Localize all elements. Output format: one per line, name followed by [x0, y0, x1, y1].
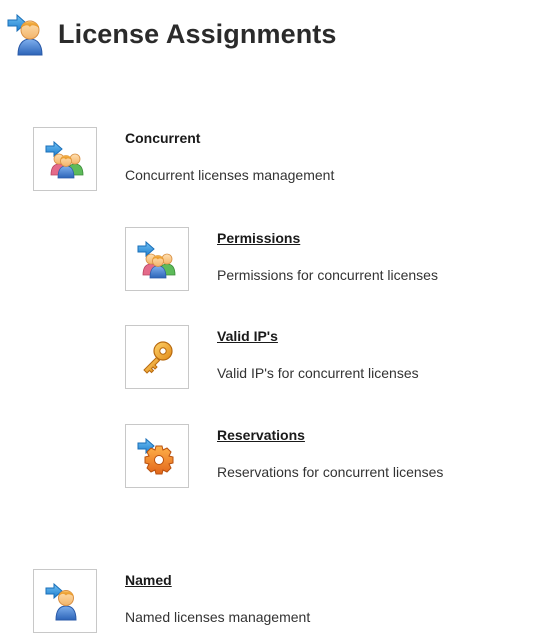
- named-entry: Named Named licenses management: [33, 569, 433, 633]
- named-icon-box[interactable]: [33, 569, 97, 633]
- named-description: Named licenses management: [125, 609, 311, 625]
- valid-ips-entry: Valid IP's Valid IP's for concurrent lic…: [125, 325, 525, 395]
- valid-ips-link[interactable]: Valid IP's: [217, 328, 278, 344]
- permissions-description: Permissions for concurrent licenses: [217, 267, 438, 283]
- concurrent-description: Concurrent licenses management: [125, 167, 335, 183]
- permissions-icon-box[interactable]: [125, 227, 189, 291]
- page-title: License Assignments: [58, 18, 337, 49]
- reservations-icon-box[interactable]: [125, 424, 189, 488]
- user-assign-icon: [45, 581, 85, 621]
- key-icon: [137, 337, 177, 377]
- group-assign-icon: [137, 239, 177, 279]
- reservations-description: Reservations for concurrent licenses: [217, 464, 444, 480]
- page-header: License Assignments: [6, 10, 337, 58]
- permissions-entry: Permissions Permissions for concurrent l…: [125, 227, 525, 297]
- reservations-link[interactable]: Reservations: [217, 427, 305, 443]
- named-link[interactable]: Named: [125, 572, 172, 588]
- valid-ips-icon-box[interactable]: [125, 325, 189, 389]
- user-assign-icon: [6, 11, 52, 57]
- reservations-entry: Reservations Reservations for concurrent…: [125, 424, 525, 494]
- group-assign-icon: [45, 139, 85, 179]
- concurrent-icon-box[interactable]: [33, 127, 97, 191]
- gear-assign-icon: [137, 436, 177, 476]
- valid-ips-description: Valid IP's for concurrent licenses: [217, 365, 419, 381]
- permissions-link[interactable]: Permissions: [217, 230, 300, 246]
- concurrent-entry: Concurrent Concurrent licenses managemen…: [33, 127, 433, 197]
- concurrent-title: Concurrent: [125, 130, 201, 146]
